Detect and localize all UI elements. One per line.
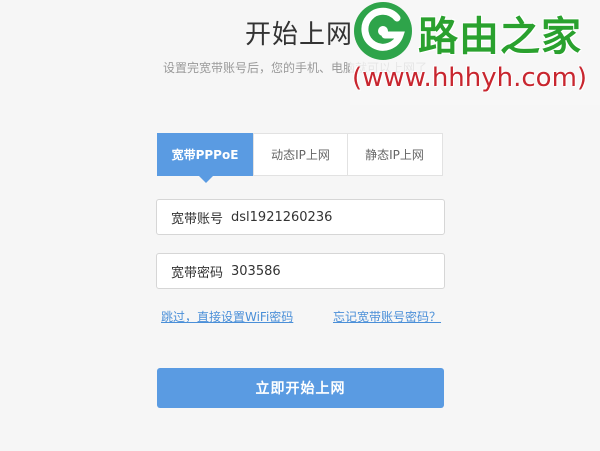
account-field[interactable]: 宽带账号 dsl1921260236 bbox=[156, 199, 445, 235]
account-value[interactable]: dsl1921260236 bbox=[231, 210, 332, 225]
start-internet-button[interactable]: 立即开始上网 bbox=[157, 368, 444, 408]
connection-type-tabs: 宽带PPPoE 动态IP上网 静态IP上网 bbox=[157, 133, 443, 183]
forgot-account-link[interactable]: 忘记宽带账号密码？ bbox=[333, 308, 441, 325]
skip-to-wifi-link[interactable]: 跳过，直接设置WiFi密码 bbox=[161, 308, 293, 325]
watermark: 路由之家 (www.hhhyh.com) bbox=[350, 0, 600, 105]
tab-pppoe[interactable]: 宽带PPPoE bbox=[157, 133, 254, 183]
account-label: 宽带账号 bbox=[171, 211, 224, 227]
watermark-name: 路由之家 bbox=[418, 14, 582, 60]
page-title: 开始上网 bbox=[245, 20, 354, 50]
password-value[interactable]: 303586 bbox=[231, 264, 281, 279]
tab-dynamic-ip[interactable]: 动态IP上网 bbox=[254, 134, 348, 175]
watermark-url: (www.hhhyh.com) bbox=[352, 63, 588, 93]
tab-static-ip[interactable]: 静态IP上网 bbox=[348, 134, 441, 175]
password-field[interactable]: 宽带密码 303586 bbox=[156, 253, 445, 289]
password-label: 宽带密码 bbox=[171, 265, 224, 281]
watermark-logo-icon bbox=[354, 2, 412, 60]
